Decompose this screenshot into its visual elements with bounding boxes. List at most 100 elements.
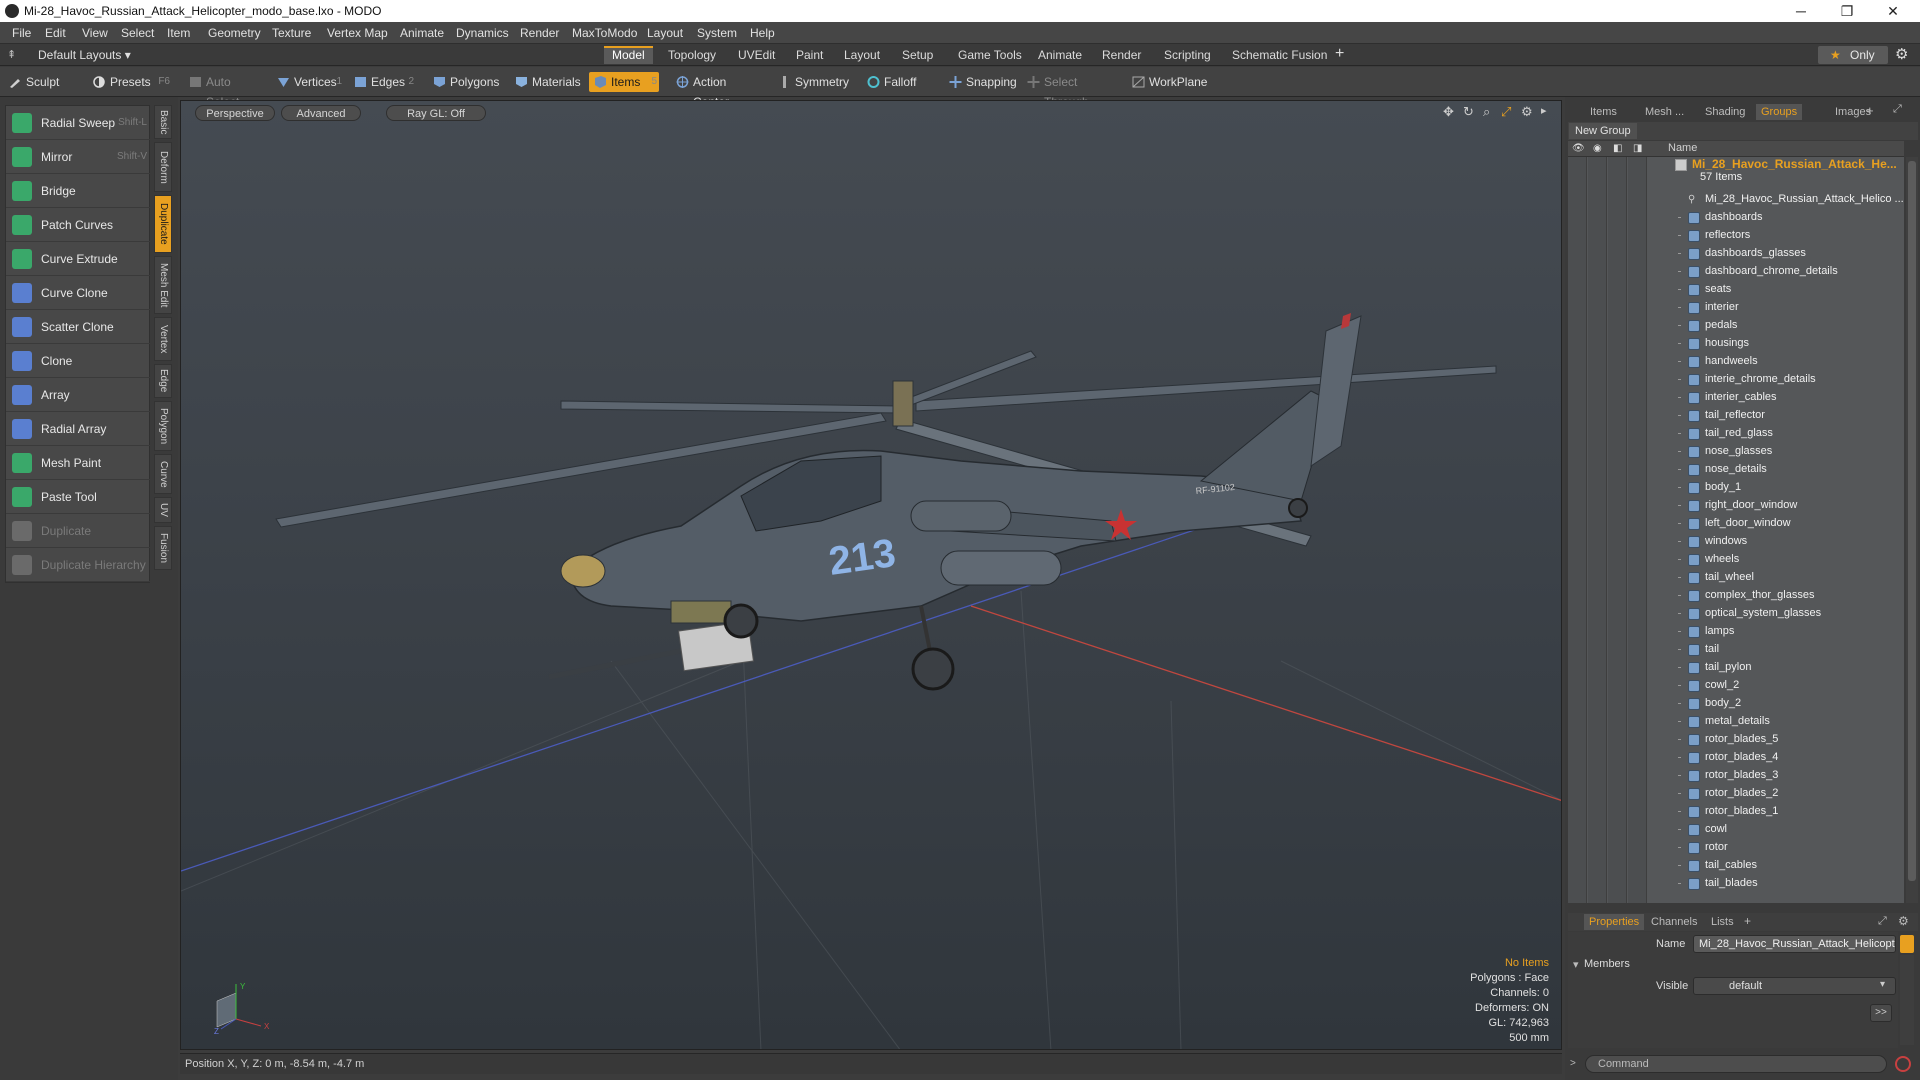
raygl-toggle[interactable]: Ray GL: Off [386, 105, 486, 121]
tab-mesh[interactable]: Mesh ... [1640, 104, 1689, 120]
select-through-button[interactable]: Select Through [1022, 72, 1122, 109]
helicopter-model[interactable]: 213 RF-91102 [275, 313, 1497, 691]
list-item[interactable]: seats [1568, 281, 1904, 299]
menu-texture[interactable]: Texture [272, 26, 311, 40]
list-item[interactable]: windows [1568, 533, 1904, 551]
action-center-button[interactable]: Action Center [671, 72, 761, 109]
list-item[interactable]: complex_thor_glasses [1568, 587, 1904, 605]
maximize-button[interactable]: ❐ [1824, 0, 1870, 22]
menu-item[interactable]: Item [167, 26, 190, 40]
menu-select[interactable]: Select [121, 26, 154, 40]
new-group-button[interactable]: New Group [1569, 123, 1637, 139]
zoom-view-icon[interactable]: ⌕ [1483, 104, 1490, 120]
duplicate-tool[interactable]: Duplicate [6, 514, 151, 548]
tab-uvedit[interactable]: UVEdit [730, 46, 783, 64]
lock-icon[interactable]: ◧ [1613, 143, 1625, 155]
name-column-header[interactable]: Name [1668, 142, 1697, 154]
menu-system[interactable]: System [697, 26, 737, 40]
list-item[interactable]: interier_cables [1568, 389, 1904, 407]
menu-vertex-map[interactable]: Vertex Map [327, 26, 388, 40]
list-item[interactable]: handweels [1568, 353, 1904, 371]
side-tab-curve[interactable]: Curve [154, 454, 172, 494]
array-tool[interactable]: Array [6, 378, 151, 412]
gear-icon[interactable]: ⚙ [1895, 45, 1908, 63]
tab-groups[interactable]: Groups [1756, 104, 1803, 120]
list-item[interactable]: tail_pylon [1568, 659, 1904, 677]
presets-button[interactable]: Presets F6 [88, 72, 173, 92]
curve-clone-tool[interactable]: Curve Clone [6, 276, 151, 310]
list-item[interactable]: rotor_blades_4 [1568, 749, 1904, 767]
side-tab-uv[interactable]: UV [154, 497, 172, 523]
list-item[interactable]: metal_details [1568, 713, 1904, 731]
list-item[interactable]: reflectors [1568, 227, 1904, 245]
edges-button[interactable]: Edges 2 [349, 72, 414, 92]
snapping-button[interactable]: Snapping [944, 72, 1017, 92]
group-name-field[interactable]: Mi_28_Havoc_Russian_Attack_Helicopt [1693, 935, 1896, 953]
side-tab-fusion[interactable]: Fusion [154, 526, 172, 570]
menu-render[interactable]: Render [520, 26, 559, 40]
visibility-eye-icon[interactable]: 👁 [1572, 143, 1585, 155]
fit-view-icon[interactable]: ⤢ [1501, 104, 1511, 120]
list-item[interactable]: tail_wheel [1568, 569, 1904, 587]
perspective-dropdown[interactable]: Perspective [195, 105, 275, 121]
list-item[interactable]: rotor_blades_3 [1568, 767, 1904, 785]
side-tab-vertex[interactable]: Vertex [154, 317, 172, 361]
vertices-button[interactable]: Vertices 1 [272, 72, 342, 92]
command-input[interactable]: Command [1585, 1055, 1887, 1073]
list-item[interactable]: tail [1568, 641, 1904, 659]
list-item[interactable]: lamps [1568, 623, 1904, 641]
side-tab-basic[interactable]: Basic [154, 105, 172, 139]
group-root-row[interactable]: Mi_28_Havoc_Russian_Attack_He... 57 Item… [1568, 157, 1904, 183]
sculpt-button[interactable]: Sculpt [4, 72, 78, 92]
paste-tool[interactable]: Paste Tool [6, 480, 151, 514]
radial-sweep-tool[interactable]: Radial Sweep Shift-L [6, 106, 151, 140]
tab-items[interactable]: Items [1585, 104, 1622, 120]
list-item[interactable]: rotor_blades_2 [1568, 785, 1904, 803]
scrollbar-thumb[interactable] [1908, 161, 1916, 881]
menu-dynamics[interactable]: Dynamics [456, 26, 509, 40]
bridge-tool[interactable]: Bridge [6, 174, 151, 208]
list-item[interactable]: tail_blades [1568, 875, 1904, 893]
list-item[interactable]: dashboard_chrome_details [1568, 263, 1904, 281]
list-item[interactable]: interier [1568, 299, 1904, 317]
list-item[interactable]: housings [1568, 335, 1904, 353]
shading-dropdown[interactable]: Advanced [281, 105, 361, 121]
rotate-view-icon[interactable]: ↻ [1463, 104, 1474, 120]
tab-shading[interactable]: Shading [1700, 104, 1750, 120]
list-item[interactable]: left_door_window [1568, 515, 1904, 533]
clone-tool[interactable]: Clone [6, 344, 151, 378]
tab-model[interactable]: Model [604, 46, 653, 64]
render-icon[interactable]: ◉ [1593, 143, 1605, 155]
list-item[interactable]: nose_details [1568, 461, 1904, 479]
name-options-button[interactable] [1900, 935, 1914, 953]
minimize-button[interactable]: ─ [1778, 0, 1824, 22]
side-tab-edge[interactable]: Edge [154, 364, 172, 398]
symmetry-button[interactable]: Symmetry [773, 72, 853, 92]
materials-button[interactable]: Materials [510, 72, 581, 92]
list-item[interactable]: body_1 [1568, 479, 1904, 497]
groups-scrollbar[interactable] [1906, 157, 1918, 903]
menu-file[interactable]: File [12, 26, 31, 40]
expand-panel-icon[interactable]: ⤢ [1893, 103, 1902, 116]
scatter-clone-tool[interactable]: Scatter Clone [6, 310, 151, 344]
expand-properties-icon[interactable]: ⤢ [1878, 915, 1887, 928]
tab-scripting[interactable]: Scripting [1156, 46, 1219, 64]
side-tab-deform[interactable]: Deform [154, 142, 172, 192]
list-item[interactable]: tail_cables [1568, 857, 1904, 875]
side-tab-polygon[interactable]: Polygon [154, 401, 172, 451]
menu-geometry[interactable]: Geometry [208, 26, 261, 40]
add-tab-icon[interactable]: + [1335, 45, 1344, 63]
tab-game-tools[interactable]: Game Tools [950, 46, 1030, 64]
list-item[interactable]: right_door_window [1568, 497, 1904, 515]
select-icon[interactable]: ◨ [1633, 143, 1645, 155]
list-item[interactable]: body_2 [1568, 695, 1904, 713]
only-toggle[interactable]: ★ Only [1818, 46, 1888, 64]
items-button[interactable]: Items 5 [589, 72, 659, 92]
list-item[interactable]: rotor_blades_1 [1568, 803, 1904, 821]
tab-layout[interactable]: Layout [836, 46, 888, 64]
menu-animate[interactable]: Animate [400, 26, 444, 40]
tab-channels[interactable]: Channels [1646, 914, 1702, 930]
members-collapse-icon[interactable]: ▾ [1573, 958, 1579, 971]
add-properties-tab-icon[interactable]: + [1744, 914, 1751, 928]
list-item[interactable]: cowl [1568, 821, 1904, 839]
